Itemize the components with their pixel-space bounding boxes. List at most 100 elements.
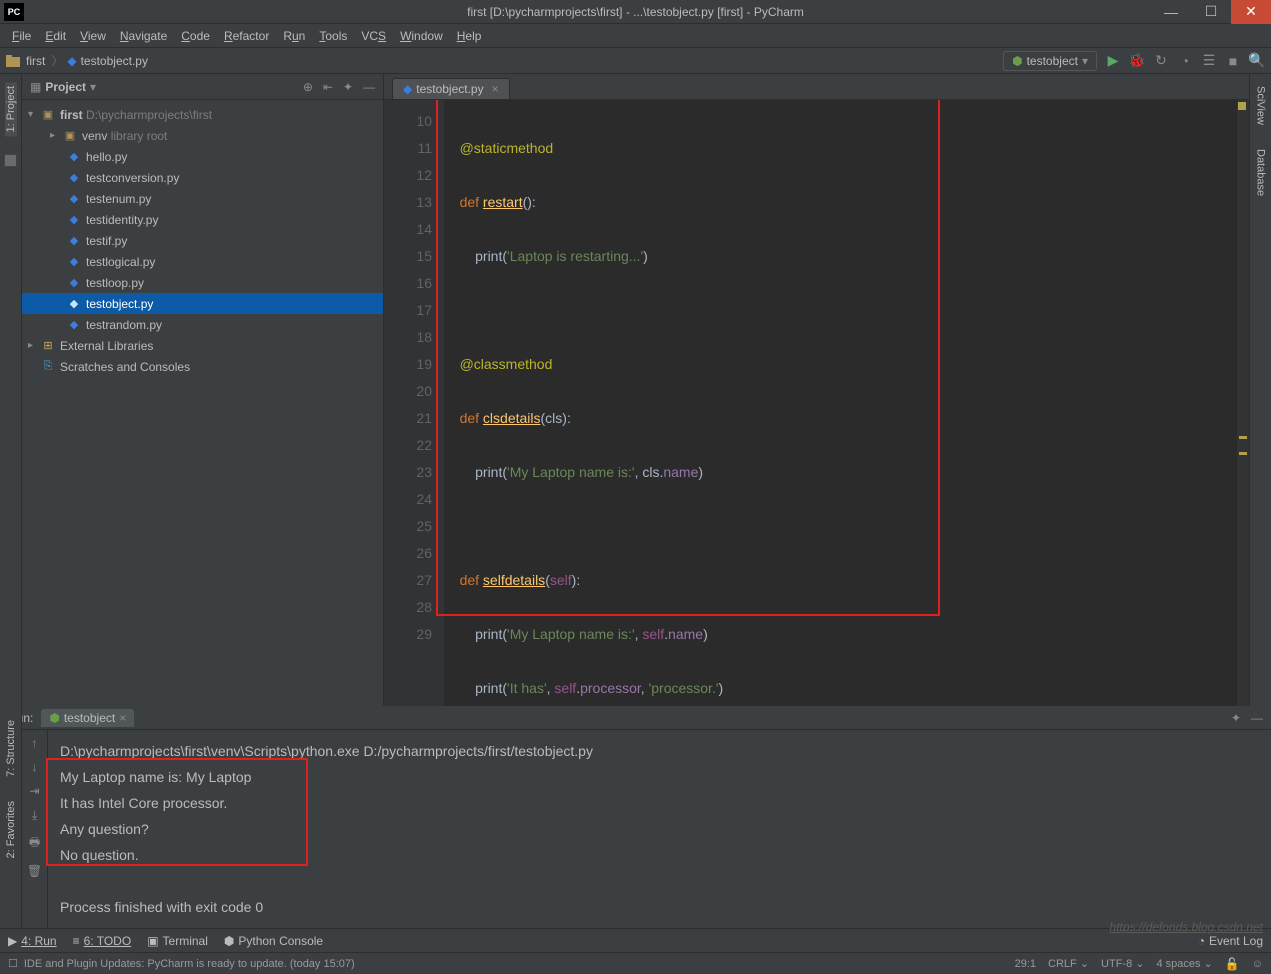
locate-icon[interactable]: ⊕ (303, 80, 313, 94)
menu-file[interactable]: File (6, 27, 37, 45)
lock-icon[interactable]: 🔓 (1225, 957, 1240, 971)
tree-venv[interactable]: ▸▣ venv library root (22, 125, 383, 146)
tree-root[interactable]: ▾▣ first D:\pycharmprojects\first (22, 104, 383, 125)
run-tab-label: testobject (64, 711, 115, 725)
down-icon[interactable]: ↓ (32, 760, 38, 774)
tree-file[interactable]: ◆hello.py (22, 146, 383, 167)
console-line: My Laptop name is: My Laptop (60, 764, 1259, 790)
concurrency-button[interactable]: ☰ (1201, 53, 1217, 69)
bottom-tool-tabs: ▶ 4: Run ≡ 6: TODO ▣ Terminal ⬢ Python C… (0, 928, 1271, 952)
chevron-down-icon[interactable]: ▾ (90, 80, 96, 94)
run-config-name: testobject (1027, 54, 1078, 68)
project-header: ▦ Project ▾ ⊕ ⇤ ✦ — (22, 74, 383, 100)
hide-icon[interactable]: — (363, 80, 375, 94)
close-tab-icon[interactable]: × (492, 82, 499, 96)
tree-file[interactable]: ◆testidentity.py (22, 209, 383, 230)
code-area[interactable]: @staticmethod def restart(): print('Lapt… (444, 100, 1237, 706)
menu-tools[interactable]: Tools (313, 27, 353, 45)
status-tips-icon[interactable]: ☐ (8, 957, 18, 970)
run-button[interactable]: ▶ (1105, 53, 1121, 69)
console-exit: Process finished with exit code 0 (60, 894, 1259, 920)
close-icon[interactable]: × (119, 711, 126, 725)
up-icon[interactable]: ↑ (32, 736, 38, 750)
run-tab[interactable]: ⬢ testobject × (41, 709, 134, 727)
side-tab-project[interactable]: 1: Project (5, 82, 17, 136)
side-tab-favorites[interactable]: 2: Favorites (5, 797, 17, 862)
run-header: Run: ⬢ testobject × ✦ — (0, 706, 1271, 730)
menu-navigate[interactable]: Navigate (114, 27, 173, 45)
tree-file[interactable]: ◆testconversion.py (22, 167, 383, 188)
trash-icon[interactable]: 🗑 (27, 864, 42, 878)
tree-file[interactable]: ◆testif.py (22, 230, 383, 251)
menu-run[interactable]: Run (277, 27, 311, 45)
wrap-icon[interactable]: ⇥ (29, 784, 39, 798)
bottom-tab-todo[interactable]: ≡ 6: TODO (73, 934, 132, 948)
console-line: No question. (60, 842, 1259, 868)
run-toolbar-left2: ↑ ↓ ⇥ ⤓ 🖶 🗑 (22, 730, 48, 928)
editor-tab[interactable]: ◆ testobject.py × (392, 78, 510, 99)
coverage-button[interactable]: ↻ (1153, 53, 1169, 69)
breadcrumb-separator: 〉 (47, 52, 67, 69)
status-line-sep[interactable]: CRLF ⌄ (1048, 957, 1089, 970)
hide-icon[interactable]: — (1251, 711, 1263, 725)
tree-venv-note: library root (111, 129, 168, 143)
minimize-button[interactable]: — (1151, 0, 1191, 24)
collapse-icon[interactable]: ⇤ (323, 80, 333, 94)
status-encoding[interactable]: UTF-8 ⌄ (1101, 957, 1144, 970)
project-tree[interactable]: ▾▣ first D:\pycharmprojects\first ▸▣ ven… (22, 100, 383, 706)
hector-icon[interactable]: ☺ (1252, 958, 1263, 970)
console-output[interactable]: D:\pycharmprojects\first\venv\Scripts\py… (48, 730, 1271, 928)
bottom-tab-terminal[interactable]: ▣ Terminal (147, 934, 208, 948)
menu-edit[interactable]: Edit (39, 27, 72, 45)
menu-help[interactable]: Help (451, 27, 488, 45)
watermark: https://defonds.blog.csdn.net (1110, 920, 1263, 934)
menu-code[interactable]: Code (175, 27, 216, 45)
tree-file[interactable]: ◆testrandom.py (22, 314, 383, 335)
stop-button[interactable]: ■ (1225, 53, 1241, 69)
side-tab-sciview[interactable]: SciView (1255, 82, 1267, 129)
maximize-button[interactable]: ☐ (1191, 0, 1231, 24)
tree-root-path: D:\pycharmprojects\first (86, 108, 212, 122)
tree-scratches[interactable]: ⎘ Scratches and Consoles (22, 356, 383, 377)
tree-file[interactable]: ◆testlogical.py (22, 251, 383, 272)
gear-icon[interactable]: ✦ (343, 80, 353, 94)
status-indent[interactable]: 4 spaces ⌄ (1157, 957, 1213, 970)
menu-window[interactable]: Window (394, 27, 449, 45)
menu-vcs[interactable]: VCS (355, 27, 392, 45)
side-tab-structure[interactable]: 7: Structure (5, 716, 17, 781)
menu-refactor[interactable]: Refactor (218, 27, 275, 45)
scroll-icon[interactable]: ⤓ (32, 808, 37, 823)
project-tool-window: ▦ Project ▾ ⊕ ⇤ ✦ — ▾▣ first D:\pycharmp… (22, 74, 384, 706)
run-config-selector[interactable]: ⬢ testobject ▾ (1003, 51, 1097, 71)
print-icon[interactable]: 🖶 (29, 833, 40, 854)
event-log[interactable]: ◔ Event Log (1198, 934, 1263, 948)
tree-file[interactable]: ◆testloop.py (22, 272, 383, 293)
editor-body[interactable]: 1011121314151617181920212223242526272829… (384, 100, 1249, 706)
breadcrumb-file[interactable]: testobject.py (79, 54, 150, 68)
side-square-icon[interactable] (4, 154, 17, 167)
right-tool-strip: SciView Database (1249, 74, 1271, 706)
python-icon: ⬢ (1012, 54, 1022, 68)
main-area: 1: Project ▦ Project ▾ ⊕ ⇤ ✦ — ▾▣ first … (0, 74, 1271, 706)
tree-file-selected[interactable]: ◆testobject.py (22, 293, 383, 314)
chevron-down-icon: ▾ (1082, 54, 1088, 68)
profile-button[interactable]: ◔ (1177, 53, 1193, 69)
tree-external-libs[interactable]: ▸⊞ External Libraries (22, 335, 383, 356)
status-caret-pos: 29:1 (1015, 958, 1036, 970)
side-tab-database[interactable]: Database (1255, 145, 1267, 200)
bottom-tab-run[interactable]: ▶ 4: Run (8, 934, 57, 948)
search-icon[interactable]: 🔍 (1249, 53, 1265, 69)
editor-area: ◆ testobject.py × 1011121314151617181920… (384, 74, 1249, 706)
tree-file[interactable]: ◆testenum.py (22, 188, 383, 209)
bottom-tab-python-console[interactable]: ⬢ Python Console (224, 934, 323, 948)
titlebar: PC first [D:\pycharmprojects\first] - ..… (0, 0, 1271, 24)
nav-toolbar: first 〉 ◆ testobject.py ⬢ testobject ▾ ▶… (0, 48, 1271, 74)
close-button[interactable]: ✕ (1231, 0, 1271, 24)
python-file-icon: ◆ (67, 54, 76, 68)
python-icon: ⬢ (49, 711, 59, 725)
menu-view[interactable]: View (74, 27, 112, 45)
breadcrumb-root[interactable]: first (24, 54, 47, 68)
console-cmd: D:\pycharmprojects\first\venv\Scripts\py… (60, 738, 1259, 764)
debug-button[interactable]: 🐞 (1129, 53, 1145, 69)
gear-icon[interactable]: ✦ (1231, 711, 1241, 725)
